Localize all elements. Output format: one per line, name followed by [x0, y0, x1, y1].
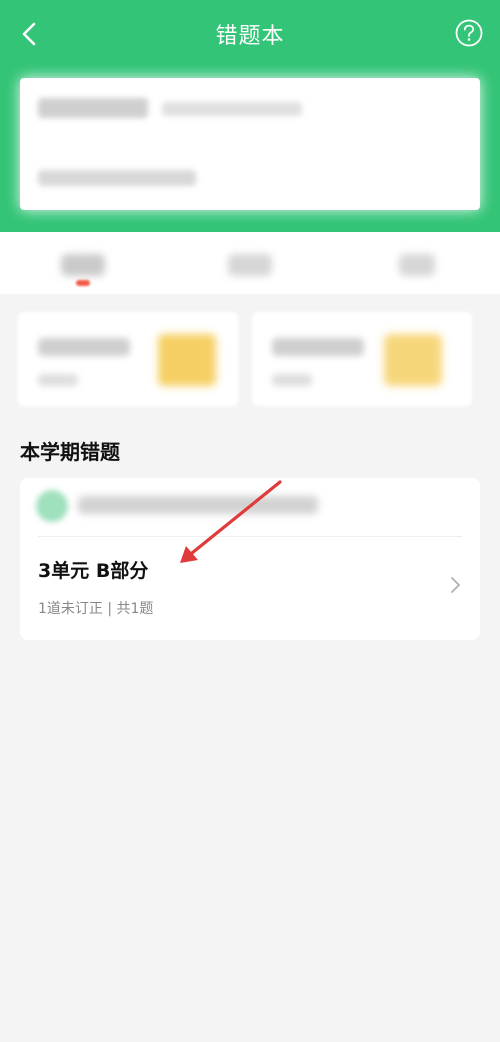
- feature-row: [18, 312, 500, 406]
- section-title: 本学期错题: [20, 440, 120, 464]
- tab-3[interactable]: [333, 232, 500, 294]
- feature-icon: [384, 334, 442, 386]
- top-navigation: 错题本: [0, 0, 500, 72]
- tab-label-blurred: [398, 254, 435, 276]
- info-line-tertiary: [38, 170, 196, 186]
- feature-card-1[interactable]: [18, 312, 238, 406]
- unit-meta: 1道未订正 | 共1题: [38, 601, 154, 617]
- feature-title-blurred: [272, 338, 364, 356]
- page-title: 错题本: [215, 24, 285, 49]
- tab-label-blurred: [228, 254, 272, 276]
- feature-subtitle-blurred: [272, 374, 312, 386]
- question-circle-icon: [455, 19, 483, 47]
- feature-title-blurred: [38, 338, 130, 356]
- help-button[interactable]: [452, 16, 486, 50]
- header-bar: 错题本: [0, 0, 500, 232]
- avatar: [36, 490, 68, 522]
- tab-1[interactable]: [0, 232, 167, 294]
- feature-card-2[interactable]: [252, 312, 472, 406]
- tab-bar: [0, 232, 500, 294]
- item-subtitle-blurred: [78, 496, 318, 514]
- chevron-right-icon: [451, 577, 460, 593]
- feature-subtitle-blurred: [38, 374, 78, 386]
- tab-2[interactable]: [167, 232, 334, 294]
- tab-active-indicator: [76, 280, 91, 286]
- unit-title: 3单元 B部分: [38, 560, 149, 582]
- info-line-primary: [38, 98, 148, 118]
- info-card: [20, 78, 480, 210]
- divider: [38, 536, 462, 537]
- feature-icon: [158, 334, 216, 386]
- error-list-item[interactable]: 3单元 B部分 1道未订正 | 共1题: [20, 478, 480, 640]
- info-line-secondary: [162, 102, 302, 116]
- tab-label-blurred: [61, 254, 106, 276]
